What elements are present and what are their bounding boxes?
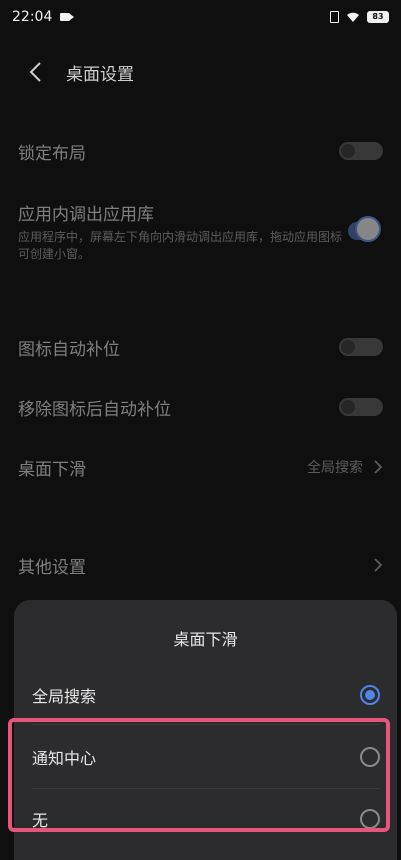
- status-right: 83: [330, 11, 389, 23]
- wifi-icon: [347, 12, 359, 22]
- chevron-right-icon: [374, 460, 383, 474]
- video-camera-icon: [60, 13, 75, 21]
- sim-card-icon: [330, 11, 339, 23]
- option-global-search[interactable]: 全局搜索: [32, 668, 380, 722]
- header: 桌面设置: [0, 50, 401, 94]
- setting-label: 锁定布局: [18, 143, 86, 164]
- status-bar: 22:04 83: [0, 0, 401, 34]
- lock-layout-toggle[interactable]: [339, 142, 383, 160]
- setting-text: 应用内调出应用库 应用程序中，屏幕左下角向内滑动调出应用库，拖动应用图标可创建小…: [18, 200, 348, 263]
- setting-value-wrap: 全局搜索: [307, 457, 383, 477]
- divider: [32, 788, 380, 789]
- page-title: 桌面设置: [66, 64, 134, 85]
- auto-fill-after-remove-toggle[interactable]: [339, 398, 383, 416]
- setting-description: 应用程序中，屏幕左下角向内滑动调出应用库，拖动应用图标可创建小窗。: [18, 230, 343, 261]
- setting-label: 图标自动补位: [18, 339, 120, 360]
- option-label: 无: [32, 811, 49, 830]
- option-notification-center[interactable]: 通知中心: [32, 730, 380, 784]
- chevron-right-icon: [374, 558, 383, 572]
- option-label: 通知中心: [32, 749, 97, 768]
- setting-auto-fill-after-remove[interactable]: 移除图标后自动补位: [0, 392, 401, 422]
- setting-label: 桌面下滑: [18, 459, 86, 480]
- toggle-knob: [355, 216, 381, 242]
- status-time: 22:04: [12, 9, 53, 25]
- app-library-toggle[interactable]: [348, 216, 381, 242]
- bottom-sheet: 桌面下滑 全局搜索 通知中心 无: [14, 600, 397, 860]
- setting-app-library[interactable]: 应用内调出应用库 应用程序中，屏幕左下角向内滑动调出应用库，拖动应用图标可创建小…: [0, 200, 401, 262]
- sheet-title: 桌面下滑: [173, 630, 238, 649]
- divider: [32, 724, 380, 725]
- radio-selected-icon[interactable]: [360, 685, 380, 705]
- back-arrow-icon[interactable]: [14, 50, 58, 94]
- option-none[interactable]: 无: [32, 792, 380, 846]
- setting-value: 全局搜索: [307, 460, 363, 476]
- setting-lock-layout[interactable]: 锁定布局: [0, 136, 401, 166]
- setting-other[interactable]: 其他设置: [0, 550, 401, 580]
- setting-label: 移除图标后自动补位: [18, 399, 171, 420]
- auto-fill-toggle[interactable]: [339, 338, 383, 356]
- battery-icon: 83: [367, 11, 389, 23]
- setting-label: 应用内调出应用库: [18, 205, 154, 225]
- setting-label: 其他设置: [18, 557, 86, 578]
- setting-auto-fill[interactable]: 图标自动补位: [0, 332, 401, 362]
- radio-icon[interactable]: [360, 809, 380, 829]
- setting-swipe-down[interactable]: 桌面下滑 全局搜索: [0, 452, 401, 482]
- option-label: 全局搜索: [32, 687, 97, 706]
- radio-icon[interactable]: [360, 747, 380, 767]
- status-left: 22:04: [12, 9, 75, 25]
